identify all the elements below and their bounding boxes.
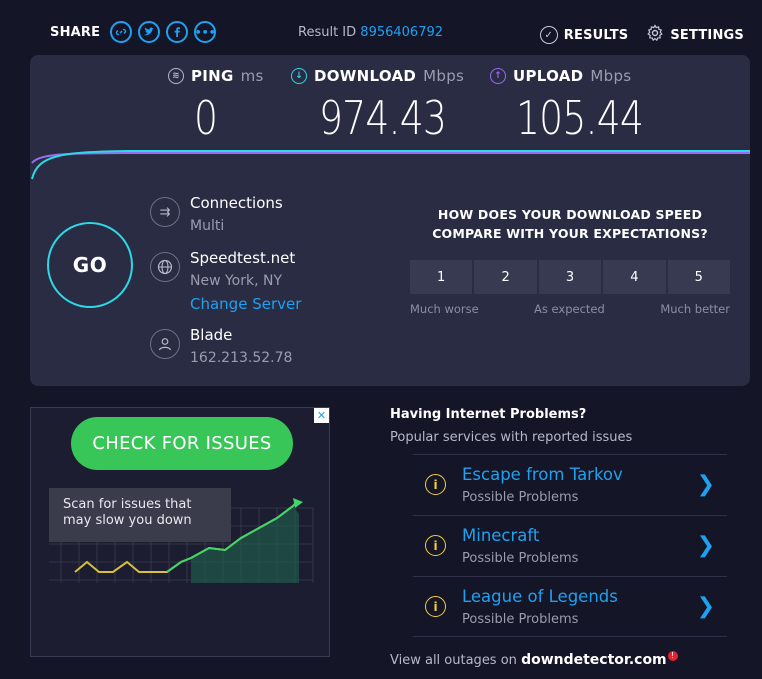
client-isp: Blade (190, 326, 233, 344)
internet-problems: Having Internet Problems? Popular servic… (390, 407, 730, 637)
connections-value: Multi (190, 218, 225, 234)
download-metric: ↓ DOWNLOAD Mbps 974.43 (291, 67, 474, 145)
scale-mid-label: As expected (534, 302, 605, 316)
rating-scale-labels: Much worse As expected Much better (410, 302, 730, 318)
ping-label: PING (191, 67, 234, 85)
client-ip: 162.213.52.78 (190, 350, 293, 366)
warning-icon: i (425, 535, 446, 556)
ad-close-icon[interactable]: ✕ (314, 408, 329, 423)
rating-5-button[interactable]: 5 (667, 260, 730, 294)
change-server-link[interactable]: Change Server (190, 295, 301, 313)
settings-label: SETTINGS (670, 27, 744, 43)
gear-icon (646, 24, 664, 46)
connections-title: Connections (190, 194, 283, 212)
share-group: SHARE ••• (50, 21, 217, 43)
chevron-right-icon[interactable]: ❯ (697, 472, 715, 497)
download-value: 974.43 (319, 91, 447, 145)
checkmark-icon: ✓ (539, 26, 558, 44)
problems-heading: Having Internet Problems? (390, 407, 587, 422)
chevron-right-icon[interactable]: ❯ (697, 594, 715, 619)
problem-status: Possible Problems (462, 490, 579, 505)
more-icon[interactable]: ••• (194, 21, 217, 43)
user-icon (150, 329, 180, 359)
result-id: Result ID 8956406792 (298, 25, 443, 40)
problem-item-tarkov[interactable]: i Escape from Tarkov Possible Problems ❯ (413, 454, 727, 515)
download-label: DOWNLOAD (314, 67, 417, 85)
ad-banner[interactable]: ✕ CHECK FOR ISSUES Scan for issues that … (30, 407, 330, 657)
ping-header: ≋ PING ms (168, 67, 264, 85)
rating-2-button[interactable]: 2 (474, 260, 537, 294)
rating-3-button[interactable]: 3 (538, 260, 602, 294)
download-unit: Mbps (423, 67, 465, 85)
speed-graph (31, 150, 750, 180)
downdetector-logo[interactable]: downdetector.com (521, 652, 667, 668)
upload-arrow-icon: ↑ (490, 68, 506, 84)
results-button[interactable]: ✓ RESULTS (539, 26, 629, 44)
link-icon[interactable] (110, 21, 133, 43)
problem-status: Possible Problems (462, 551, 579, 566)
ping-value: 0 (194, 91, 218, 145)
twitter-icon[interactable] (138, 21, 161, 43)
warning-icon: i (425, 474, 446, 495)
settings-button[interactable]: SETTINGS (646, 24, 744, 46)
rating-1-button[interactable]: 1 (410, 260, 473, 294)
problem-name[interactable]: Escape from Tarkov (462, 465, 623, 484)
download-header: ↓ DOWNLOAD Mbps (291, 67, 474, 85)
problem-name[interactable]: League of Legends (462, 587, 618, 606)
connections-icon: ⇉ (150, 197, 180, 227)
result-id-link[interactable]: 8956406792 (360, 25, 443, 40)
results-label: RESULTS (563, 27, 629, 43)
ping-icon: ≋ (168, 68, 184, 84)
top-bar: SHARE ••• Result ID 8956406792 ✓ RESULTS… (0, 0, 762, 56)
server-name: Speedtest.net (190, 249, 296, 267)
ping-unit: ms (240, 67, 264, 85)
view-all-outages[interactable]: View all outages on downdetector.com! (390, 651, 678, 668)
problem-name[interactable]: Minecraft (462, 526, 539, 545)
problem-item-minecraft[interactable]: i Minecraft Possible Problems ❯ (413, 515, 727, 576)
scale-high-label: Much better (660, 302, 730, 316)
problems-subheading: Popular services with reported issues (390, 430, 633, 445)
problem-status: Possible Problems (462, 612, 579, 627)
expectation-survey: HOW DOES YOUR DOWNLOAD SPEED COMPARE WIT… (410, 205, 730, 318)
chevron-right-icon[interactable]: ❯ (697, 533, 715, 558)
share-label: SHARE (50, 24, 101, 40)
survey-question: HOW DOES YOUR DOWNLOAD SPEED COMPARE WIT… (432, 207, 708, 241)
upload-value: 105.44 (516, 91, 644, 145)
rating-scale: 1 2 3 4 5 (410, 260, 730, 294)
result-id-label: Result ID (298, 25, 357, 40)
warning-icon: i (425, 596, 446, 617)
upload-label: UPLOAD (513, 67, 584, 85)
upload-metric: ↑ UPLOAD Mbps 105.44 (490, 67, 671, 145)
rating-4-button[interactable]: 4 (603, 260, 666, 294)
upload-unit: Mbps (590, 67, 632, 85)
ping-metric: ≋ PING ms 0 (168, 67, 264, 145)
upload-header: ↑ UPLOAD Mbps (490, 67, 671, 85)
facebook-icon[interactable] (166, 21, 189, 43)
speedtest-panel: ≋ PING ms 0 ↓ DOWNLOAD Mbps 974.43 ↑ UPL… (30, 55, 750, 386)
scale-low-label: Much worse (410, 302, 479, 316)
header-nav: ✓ RESULTS SETTINGS (539, 24, 744, 46)
go-button[interactable]: GO (47, 222, 133, 308)
download-arrow-icon: ↓ (291, 68, 307, 84)
server-location: New York, NY (190, 273, 283, 289)
alert-icon: ! (667, 651, 678, 661)
check-for-issues-button[interactable]: CHECK FOR ISSUES (71, 417, 293, 470)
problems-list: i Escape from Tarkov Possible Problems ❯… (413, 454, 727, 637)
globe-icon (150, 252, 180, 282)
ad-tooltip: Scan for issues that may slow you down (49, 488, 231, 542)
outages-prefix: View all outages on (390, 653, 517, 668)
problem-item-lol[interactable]: i League of Legends Possible Problems ❯ (413, 576, 727, 637)
